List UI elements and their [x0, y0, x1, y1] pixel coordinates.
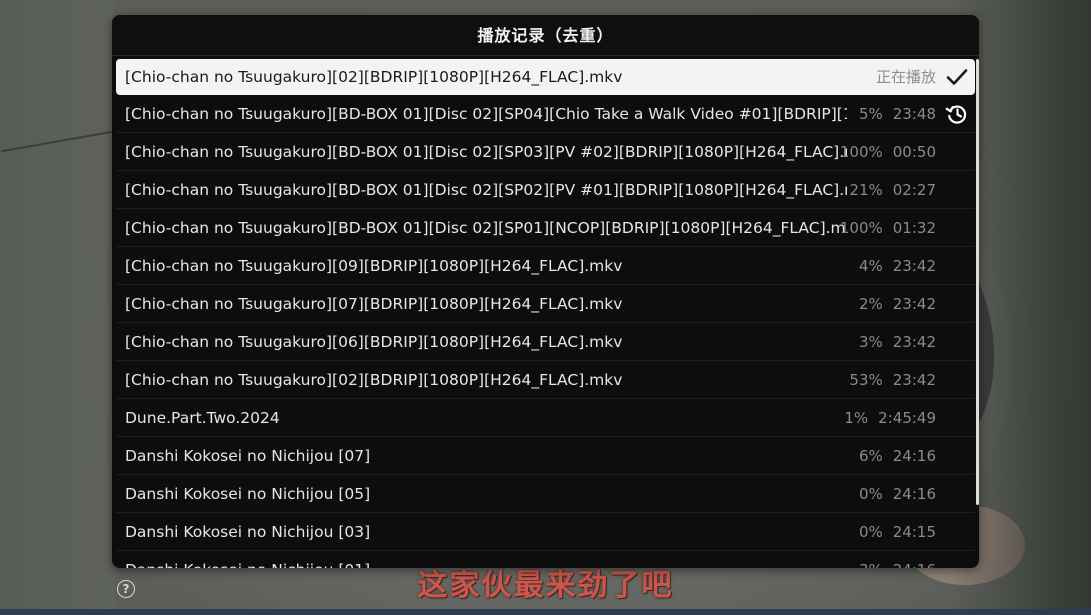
history-item-meta: 0% 24:15 — [859, 514, 936, 550]
history-item-name: [Chio-chan no Tsuugakuro][07][BDRIP][108… — [125, 295, 623, 313]
history-row[interactable]: [Chio-chan no Tsuugakuro][BD-BOX 01][Dis… — [116, 134, 975, 171]
history-item-progress: 5% — [858, 105, 883, 123]
history-item-progress: 6% — [858, 447, 883, 465]
history-row[interactable]: Danshi Kokosei no Nichijou [07] 6% 24:16 — [116, 438, 975, 475]
history-item-progress: 1% — [844, 409, 869, 427]
history-item-name: [Chio-chan no Tsuugakuro][09][BDRIP][108… — [125, 257, 623, 275]
history-item-progress: 0% — [858, 523, 883, 541]
history-item-duration: 23:42 — [892, 257, 936, 275]
history-item-progress: 0% — [858, 485, 883, 503]
history-item-status: 正在播放 — [875, 68, 936, 86]
history-item-meta: 100% 00:50 — [840, 134, 936, 170]
history-item-duration: 24:16 — [892, 485, 936, 503]
history-panel-title: 播放记录（去重） — [112, 15, 979, 56]
history-icon[interactable] — [945, 102, 969, 126]
history-item-duration: 23:42 — [892, 295, 936, 313]
history-item-name: Danshi Kokosei no Nichijou [01] — [125, 552, 847, 568]
history-item-duration: 23:48 — [892, 105, 936, 123]
checkmark-icon — [945, 65, 969, 89]
history-item-duration: 24:15 — [892, 523, 936, 541]
history-item-name: Danshi Kokosei no Nichijou [03] — [125, 523, 371, 541]
history-row[interactable]: Danshi Kokosei no Nichijou [01] 3% 24:16 — [116, 552, 975, 568]
history-scrollbar[interactable] — [976, 59, 979, 505]
history-item-meta: 3% 23:42 — [859, 324, 936, 360]
history-item-progress: 21% — [849, 181, 883, 199]
history-item-progress: 100% — [839, 219, 883, 237]
history-item-name: [Chio-chan no Tsuugakuro][BD-BOX 01][Dis… — [125, 219, 847, 237]
history-item-name: [Chio-chan no Tsuugakuro][02][BDRIP][108… — [125, 68, 623, 86]
history-item-meta: 5% 23:48 — [859, 96, 936, 132]
history-item-name: [Chio-chan no Tsuugakuro][06][BDRIP][108… — [125, 333, 623, 351]
history-item-duration: 01:32 — [892, 219, 936, 237]
history-item-duration: 00:50 — [892, 143, 936, 161]
video-bottom-strip — [0, 609, 1091, 615]
history-item-progress: 53% — [849, 371, 883, 389]
history-item-duration: 24:16 — [892, 447, 936, 465]
history-row[interactable]: Danshi Kokosei no Nichijou [05] 0% 24:16 — [116, 476, 975, 513]
history-item-name: Danshi Kokosei no Nichijou [05] — [125, 485, 371, 503]
history-item-meta: 6% 24:16 — [859, 438, 936, 474]
history-item-meta: 0% 24:16 — [859, 476, 936, 512]
history-item-meta: 1% 2:45:49 — [844, 400, 936, 436]
history-item-duration: 2:45:49 — [878, 409, 936, 427]
history-item-progress: 100% — [839, 143, 883, 161]
history-row[interactable]: [Chio-chan no Tsuugakuro][02][BDRIP][108… — [116, 362, 975, 399]
video-background-left — [0, 0, 115, 615]
history-item-name: Danshi Kokosei no Nichijou [07] — [125, 447, 371, 465]
history-item-name: Dune.Part.Two.2024 — [125, 409, 280, 427]
history-item-progress: 3% — [859, 561, 883, 568]
history-item-duration: 02:27 — [892, 181, 936, 199]
help-icon[interactable]: ? — [117, 580, 135, 598]
history-item-progress: 2% — [858, 295, 883, 313]
history-item-name: [Chio-chan no Tsuugakuro][02][BDRIP][108… — [125, 371, 623, 389]
history-row[interactable]: [Chio-chan no Tsuugakuro][BD-BOX 01][Dis… — [116, 96, 975, 133]
history-row[interactable]: [Chio-chan no Tsuugakuro][09][BDRIP][108… — [116, 248, 975, 285]
history-item-meta: 正在播放 — [876, 59, 936, 95]
history-item-name: [Chio-chan no Tsuugakuro][BD-BOX 01][Dis… — [125, 181, 847, 199]
history-row-current[interactable]: [Chio-chan no Tsuugakuro][02][BDRIP][108… — [116, 59, 975, 95]
history-item-name: [Chio-chan no Tsuugakuro][BD-BOX 01][Dis… — [125, 143, 847, 161]
history-item-progress: 3% — [858, 333, 883, 351]
history-item-meta: 2% 23:42 — [859, 286, 936, 322]
history-item-progress: 4% — [858, 257, 883, 275]
history-item-meta: 21% 02:27 — [849, 172, 936, 208]
history-item-duration: 23:42 — [892, 333, 936, 351]
history-item-duration: 24:16 — [893, 561, 936, 568]
history-item-name: [Chio-chan no Tsuugakuro][BD-BOX 01][Dis… — [125, 105, 847, 123]
history-item-meta: 3% 24:16 — [859, 552, 936, 568]
history-item-duration: 23:42 — [892, 371, 936, 389]
history-row[interactable]: Dune.Part.Two.2024 1% 2:45:49 — [116, 400, 975, 437]
history-item-meta: 4% 23:42 — [859, 248, 936, 284]
history-row[interactable]: Danshi Kokosei no Nichijou [03] 0% 24:15 — [116, 514, 975, 551]
history-row[interactable]: [Chio-chan no Tsuugakuro][06][BDRIP][108… — [116, 324, 975, 361]
history-panel: 播放记录（去重） [Chio-chan no Tsuugakuro][02][B… — [112, 15, 979, 568]
history-row[interactable]: [Chio-chan no Tsuugakuro][BD-BOX 01][Dis… — [116, 210, 975, 247]
history-list[interactable]: [Chio-chan no Tsuugakuro][02][BDRIP][108… — [112, 59, 979, 568]
history-item-meta: 100% 01:32 — [840, 210, 936, 246]
history-item-meta: 53% 23:42 — [849, 362, 936, 398]
history-row[interactable]: [Chio-chan no Tsuugakuro][07][BDRIP][108… — [116, 286, 975, 323]
history-row[interactable]: [Chio-chan no Tsuugakuro][BD-BOX 01][Dis… — [116, 172, 975, 209]
